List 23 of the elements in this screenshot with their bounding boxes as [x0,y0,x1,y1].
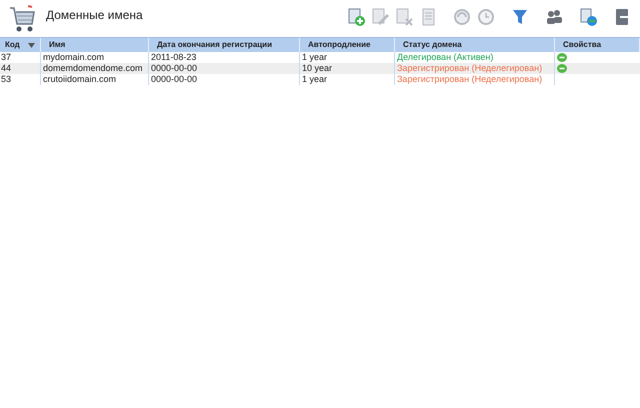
table-cell-text: 44 [1,62,12,75]
table-row[interactable]: 44 domemdomendome.com 0000-00-00 10 year Зарегистрирован (Неделегирован) [0,63,640,74]
sort-arrow-icon [28,42,35,48]
page-title: Доменные имена [46,6,143,24]
properties-icon[interactable] [557,64,567,73]
status-text: Зарегистрирован (Неделегирован) [397,73,542,86]
add-document-icon[interactable] [346,6,366,26]
properties-icon[interactable] [557,53,567,62]
table-cell-text: 0000-00-00 [151,72,198,86]
table-cell-text: 37 [1,50,12,64]
table-cell-text: crutoiidomain.com [43,72,116,86]
table-cell-text: 1 year [302,73,328,86]
table-cell-text: 10 year [302,62,332,75]
table-cell-text: 0000-00-00 [151,62,198,75]
globe-document-icon[interactable] [578,6,598,26]
status-text: Зарегистрирован (Неделегирован) [397,62,542,75]
shopping-cart-icon [8,4,36,34]
table-cell-text: mydomain.com [43,50,104,64]
status-text: Делегирован (Активен) [397,50,494,64]
table-cell-text: 2011-08-23 [151,50,196,64]
table-cell-text: domemdomendome.com [43,62,143,75]
table-cell-text: 1 year [302,50,328,64]
table-cell-text: 53 [1,72,12,86]
